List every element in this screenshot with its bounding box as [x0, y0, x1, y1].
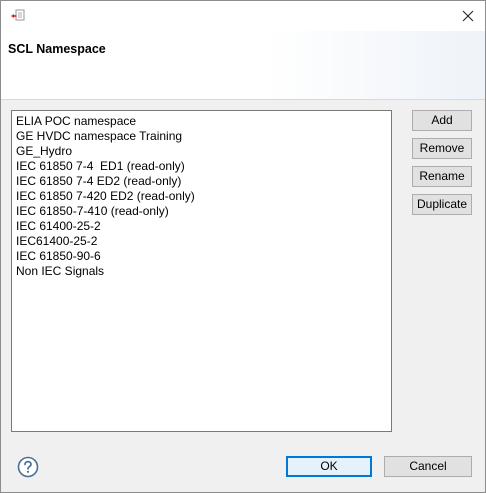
list-item[interactable]: IEC 61850-7-410 (read-only) — [12, 204, 391, 219]
list-item[interactable]: IEC 61850 7-4 ED1 (read-only) — [12, 159, 391, 174]
list-item[interactable]: ELIA POC namespace — [12, 114, 391, 129]
dialog-window: SCL Namespace ELIA POC namespace GE HVDC … — [0, 0, 486, 493]
list-item[interactable]: Non IEC Signals — [12, 264, 391, 279]
app-icon — [10, 9, 26, 23]
close-icon[interactable] — [462, 10, 474, 22]
list-item[interactable]: IEC 61850-90-6 — [12, 249, 391, 264]
remove-button[interactable]: Remove — [412, 138, 472, 159]
list-item[interactable]: IEC 61400-25-2 — [12, 219, 391, 234]
list-item[interactable]: GE HVDC namespace Training — [12, 129, 391, 144]
ok-button[interactable]: OK — [286, 456, 372, 477]
add-button[interactable]: Add — [412, 110, 472, 131]
list-item[interactable]: IEC 61850 7-4 ED2 (read-only) — [12, 174, 391, 189]
rename-button[interactable]: Rename — [412, 166, 472, 187]
list-item[interactable]: GE_Hydro — [12, 144, 391, 159]
help-icon[interactable] — [17, 456, 39, 478]
list-item[interactable]: IEC 61850 7-420 ED2 (read-only) — [12, 189, 391, 204]
cancel-button[interactable]: Cancel — [384, 456, 472, 477]
close-button[interactable] — [451, 1, 485, 31]
page-title: SCL Namespace — [8, 42, 106, 56]
list-item[interactable]: IEC61400-25-2 — [12, 234, 391, 249]
namespace-list[interactable]: ELIA POC namespace GE HVDC namespace Trai… — [11, 110, 392, 432]
duplicate-button[interactable]: Duplicate — [412, 194, 472, 215]
title-bar — [1, 1, 485, 31]
header-banner: SCL Namespace — [1, 31, 485, 100]
